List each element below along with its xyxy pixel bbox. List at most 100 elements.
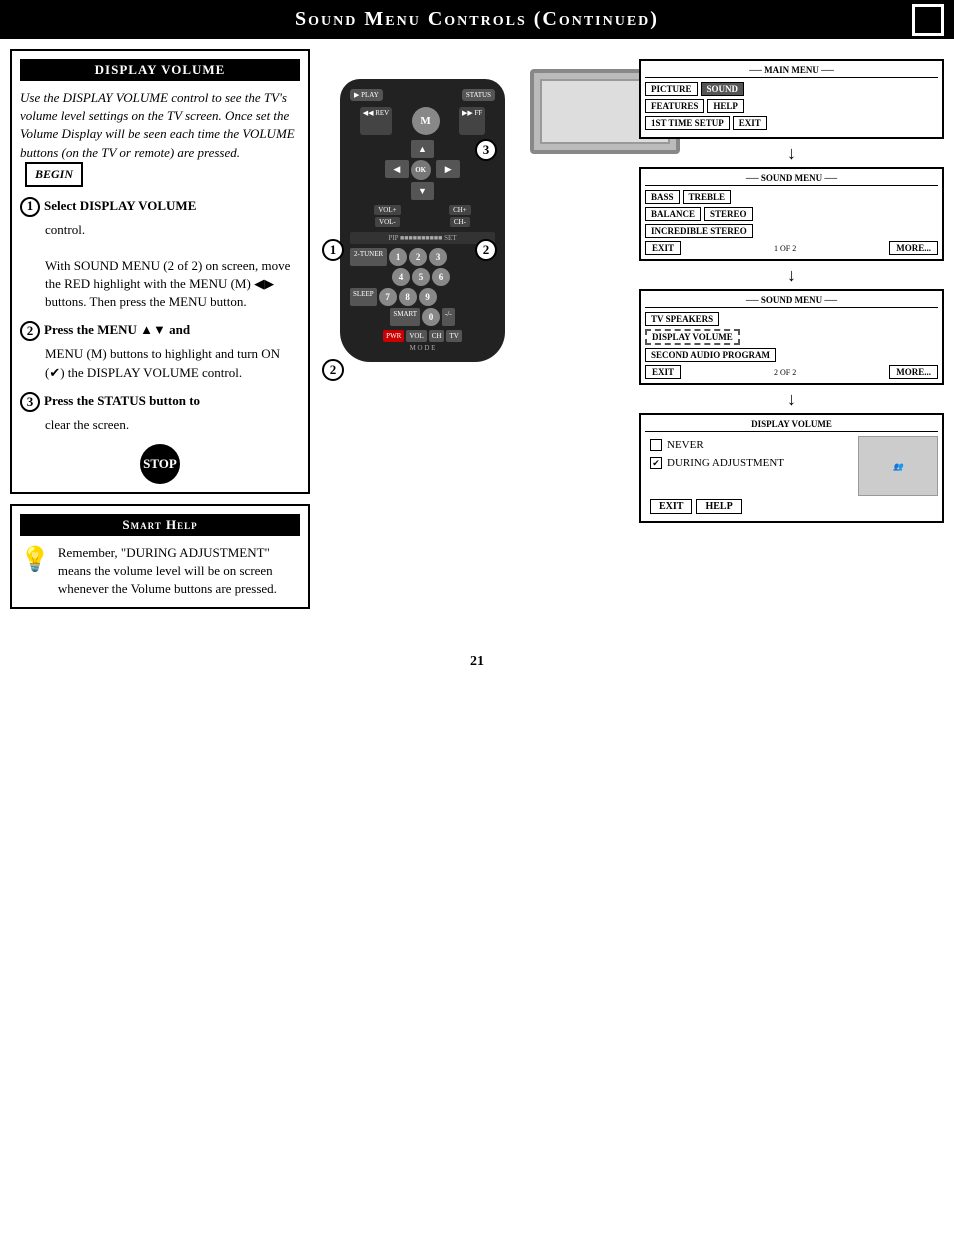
people-illustration: 👥 <box>858 436 938 496</box>
remote-left-btn[interactable]: ◀ <box>385 160 409 178</box>
remote-5-btn[interactable]: 5 <box>412 268 430 286</box>
remote-ff-btn[interactable]: ▶▶ FF <box>459 107 485 135</box>
remote-mode-label: M O D E <box>350 344 495 352</box>
right-column: 3 1 2 2 ▶ PLAY STATUS ◀◀ REV M ▶▶ FF <box>320 49 944 629</box>
sm2-exit-btn[interactable]: EXIT <box>645 365 681 379</box>
sm2-footer: EXIT 2 OF 2 MORE... <box>645 365 938 379</box>
sound-menu-1: ── SOUND MENU ── BASS TREBLE BALANCE STE… <box>639 167 944 261</box>
header-box-icon <box>912 4 944 36</box>
step-1-header: Select DISPLAY VOLUME <box>44 197 196 215</box>
remote-6-btn[interactable]: 6 <box>432 268 450 286</box>
smart-help-box: Smart Help 💡 Remember, "DURING ADJUSTMEN… <box>10 504 310 609</box>
step-bubble-2a: 2 <box>322 359 344 381</box>
remote-pip-row: PIP ■■■■■■■■■■ SET <box>350 232 495 244</box>
remote-dash-btn[interactable]: -/- <box>442 308 455 326</box>
sm1-treble-btn[interactable]: TREBLE <box>683 190 732 204</box>
step-2: 2 Press the MENU ▲▼ and MENU (M) buttons… <box>20 321 300 381</box>
remote-2-btn[interactable]: 2 <box>409 248 427 266</box>
step-bubble-3: 3 <box>475 139 497 161</box>
step-1-detail: With SOUND MENU (2 of 2) on screen, move… <box>45 258 290 309</box>
dv-during-option: ✔ DURING ADJUSTMENT <box>645 454 853 472</box>
remote-vol-down[interactable]: VOL- <box>375 217 400 227</box>
remote-smart-btn[interactable]: SMART <box>390 308 420 326</box>
step-3-body: clear the screen. <box>45 417 129 432</box>
sm1-exit-btn[interactable]: EXIT <box>645 241 681 255</box>
menu-sound-btn[interactable]: SOUND <box>701 82 745 96</box>
remote-0-btn[interactable]: 0 <box>422 308 440 326</box>
remote-body: ▶ PLAY STATUS ◀◀ REV M ▶▶ FF ▲ ◀ <box>340 79 505 362</box>
menu-exit-btn[interactable]: EXIT <box>733 116 767 130</box>
remote-rev-btn[interactable]: ◀◀ REV <box>360 107 393 135</box>
menu-picture-btn[interactable]: PICTURE <box>645 82 698 96</box>
display-volume-box: DISPLAY VOLUME Use the DISPLAY VOLUME co… <box>10 49 310 494</box>
dv-help-btn[interactable]: HELP <box>696 499 741 514</box>
sm1-balance-btn[interactable]: BALANCE <box>645 207 701 221</box>
sm2-display-volume-btn[interactable]: DISPLAY VOLUME <box>645 329 740 345</box>
remote-vol-main[interactable]: VOL <box>406 330 426 342</box>
step-1-body: control. <box>45 222 85 237</box>
step-1: 1 Select DISPLAY VOLUME control. With SO… <box>20 197 300 312</box>
sm2-more-btn[interactable]: MORE... <box>889 365 938 379</box>
remote-status-btn[interactable]: STATUS <box>462 89 495 101</box>
remote-tuner-btn[interactable]: 2-TUNER <box>350 248 387 266</box>
step-2-number: 2 <box>20 321 40 341</box>
remote-ok-btn[interactable]: OK <box>411 160 431 180</box>
remote-down-btn[interactable]: ▼ <box>411 182 435 200</box>
menu-help-btn[interactable]: HELP <box>707 99 744 113</box>
step-bubble-1: 1 <box>322 239 344 261</box>
remote-ch-down[interactable]: CH- <box>450 217 470 227</box>
step-3-header: Press the STATUS button to <box>44 392 200 410</box>
dv-exit-btn[interactable]: EXIT <box>650 499 692 514</box>
remote-8-btn[interactable]: 8 <box>399 288 417 306</box>
remote-area: 3 1 2 2 ▶ PLAY STATUS ◀◀ REV M ▶▶ FF <box>320 49 944 629</box>
arrow-2: ↓ <box>639 266 944 284</box>
main-menu-buttons: PICTURE SOUND <box>645 82 938 96</box>
sound-menu-1-title: ── SOUND MENU ── <box>645 173 938 186</box>
remote-4-btn[interactable]: 4 <box>392 268 410 286</box>
remote-vol-up[interactable]: VOL+ <box>374 205 400 215</box>
dv-never-option: NEVER <box>645 436 853 454</box>
page-number: 21 <box>0 639 954 675</box>
sm1-incredible-btn[interactable]: INCREDIBLE STEREO <box>645 224 753 238</box>
remote-right-btn[interactable]: ▶ <box>436 160 460 178</box>
never-checkbox[interactable] <box>650 439 662 451</box>
main-menu-title: ── MAIN MENU ── <box>645 65 938 78</box>
remote-7-btn[interactable]: 7 <box>379 288 397 306</box>
step-2-body: MENU (M) buttons to highlight and turn O… <box>45 346 280 379</box>
sm2-tv-speakers-btn[interactable]: TV SPEAKERS <box>645 312 719 326</box>
step-3-number: 3 <box>20 392 40 412</box>
remote-power-btn[interactable]: PWR <box>383 330 404 342</box>
menu-features-btn[interactable]: FEATURES <box>645 99 704 113</box>
remote-tv-main[interactable]: TV <box>446 330 461 342</box>
remote-ch-main[interactable]: CH <box>429 330 445 342</box>
sm1-stereo-btn[interactable]: STEREO <box>704 207 753 221</box>
smart-help-text: Remember, "DURING ADJUSTMENT" means the … <box>58 544 300 599</box>
remote-sleep-btn[interactable]: SLEEP <box>350 288 377 306</box>
remote-3-btn[interactable]: 3 <box>429 248 447 266</box>
sm1-page: 1 OF 2 <box>774 244 796 253</box>
remote-play-btn[interactable]: ▶ PLAY <box>350 89 383 101</box>
sm1-more-btn[interactable]: MORE... <box>889 241 938 255</box>
remote-m-btn[interactable]: M <box>412 107 440 135</box>
sm2-second-audio-btn[interactable]: SECOND AUDIO PROGRAM <box>645 348 776 362</box>
stop-badge-area: STOP <box>20 444 300 484</box>
intro-text: Use the DISPLAY VOLUME control to see th… <box>20 89 300 187</box>
remote-9-btn[interactable]: 9 <box>419 288 437 306</box>
sm1-footer: EXIT 1 OF 2 MORE... <box>645 241 938 255</box>
arrow-3: ↓ <box>639 390 944 408</box>
stop-circle: STOP <box>140 444 180 484</box>
header-title: Sound Menu Controls (Continued) <box>295 8 659 30</box>
display-volume-title: DISPLAY VOLUME <box>20 59 300 81</box>
never-label: NEVER <box>667 439 704 451</box>
arrow-1: ↓ <box>639 144 944 162</box>
during-checkbox[interactable]: ✔ <box>650 457 662 469</box>
remote-ch-up[interactable]: CH+ <box>449 205 471 215</box>
step-1-number: 1 <box>20 197 40 217</box>
menu-1st-setup-btn[interactable]: 1ST TIME SETUP <box>645 116 730 130</box>
sm1-bass-btn[interactable]: BASS <box>645 190 680 204</box>
sm2-page: 2 OF 2 <box>774 368 796 377</box>
smart-help-title: Smart Help <box>20 514 300 536</box>
display-vol-panel: DISPLAY VOLUME 👥 NEVER ✔ DURING ADJUSTME… <box>639 413 944 523</box>
remote-1-btn[interactable]: 1 <box>389 248 407 266</box>
remote-up-btn[interactable]: ▲ <box>411 140 435 158</box>
